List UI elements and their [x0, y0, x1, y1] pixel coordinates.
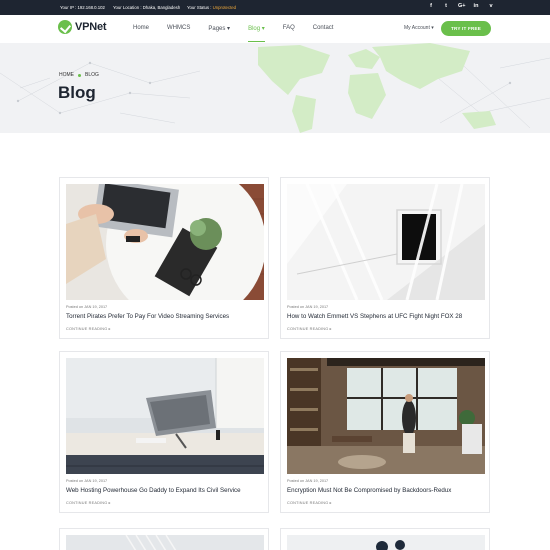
post-title[interactable]: Web Hosting Powerhouse Go Daddy to Expan…	[66, 487, 241, 494]
post-date: Posted on JAN 19, 2017	[66, 479, 108, 483]
vimeo-icon[interactable]: v	[488, 3, 494, 9]
logo-text: VPNet	[75, 21, 107, 33]
post-date: Posted on JAN 19, 2017	[66, 305, 108, 309]
blog-post-card[interactable]	[280, 528, 490, 550]
site-logo[interactable]: VPNet	[58, 20, 107, 34]
main-nav: Home WHMCS Pages ▾ Blog ▾ FAQ Contact	[133, 25, 351, 42]
page-title: Blog	[58, 83, 96, 102]
nav-blog[interactable]: Blog ▾	[248, 25, 265, 42]
continue-reading-link[interactable]: CONTINUE READING ▸	[66, 500, 111, 505]
nav-contact[interactable]: Contact	[313, 25, 334, 32]
nav-whmcs[interactable]: WHMCS	[167, 25, 190, 32]
top-info-bar: Your IP : 192.168.0.102 Your Location : …	[0, 0, 550, 15]
post-image-laptop-stand[interactable]	[66, 358, 264, 474]
blog-post-card[interactable]	[59, 528, 269, 550]
post-title[interactable]: How to Watch Emmett VS Stephens at UFC F…	[287, 313, 462, 320]
status-value: Unprotected	[212, 5, 237, 10]
post-title[interactable]: Encryption Must Not Be Compromised by Ba…	[287, 487, 451, 494]
blog-post-card[interactable]: Posted on JAN 19, 2017 How to Watch Emme…	[280, 177, 490, 339]
twitter-icon[interactable]: t	[443, 3, 449, 9]
status-label: Your Status :	[187, 5, 212, 10]
post-date: Posted on JAN 19, 2017	[287, 305, 329, 309]
ip-address: Your IP : 192.168.0.102	[60, 5, 105, 10]
site-header: VPNet Home WHMCS Pages ▾ Blog ▾ FAQ Cont…	[0, 15, 550, 43]
blog-post-card[interactable]: Posted on JAN 19, 2017 Web Hosting Power…	[59, 351, 269, 513]
nav-faq[interactable]: FAQ	[283, 25, 295, 32]
google-plus-icon[interactable]: G+	[458, 3, 466, 9]
linkedin-icon[interactable]: in	[473, 3, 479, 9]
post-image-devices[interactable]	[287, 535, 485, 550]
continue-reading-link[interactable]: CONTINUE READING ▸	[66, 326, 111, 331]
post-image-white-room[interactable]	[287, 184, 485, 300]
social-links: f t G+ in v	[428, 3, 494, 9]
post-image-living-room[interactable]	[287, 358, 485, 474]
post-image-laptop-desk[interactable]	[66, 184, 264, 300]
blog-post-card[interactable]: Posted on JAN 19, 2017 Torrent Pirates P…	[59, 177, 269, 339]
try-it-free-button[interactable]: TRY IT FREE	[441, 21, 491, 36]
continue-reading-link[interactable]: CONTINUE READING ▸	[287, 326, 332, 331]
post-title[interactable]: Torrent Pirates Prefer To Pay For Video …	[66, 313, 229, 320]
nav-home[interactable]: Home	[133, 25, 149, 32]
breadcrumb: HOME BLOG	[59, 72, 99, 78]
breadcrumb-separator-icon	[78, 73, 81, 77]
post-image-macrame[interactable]	[66, 535, 264, 550]
my-account-menu[interactable]: My Account ▾	[404, 25, 434, 31]
page-hero: HOME BLOG Blog	[0, 43, 550, 133]
nav-pages[interactable]: Pages ▾	[208, 25, 230, 32]
shield-check-icon	[58, 20, 72, 34]
breadcrumb-home[interactable]: HOME	[59, 72, 74, 78]
connection-status: Your Status : Unprotected	[187, 5, 236, 10]
breadcrumb-blog: BLOG	[85, 72, 99, 78]
blog-post-card[interactable]: Posted on JAN 19, 2017 Encryption Must N…	[280, 351, 490, 513]
user-location: Your Location : Dhaka, Bangladesh	[113, 5, 181, 10]
post-date: Posted on JAN 19, 2017	[287, 479, 329, 483]
continue-reading-link[interactable]: CONTINUE READING ▸	[287, 500, 332, 505]
facebook-icon[interactable]: f	[428, 3, 434, 9]
